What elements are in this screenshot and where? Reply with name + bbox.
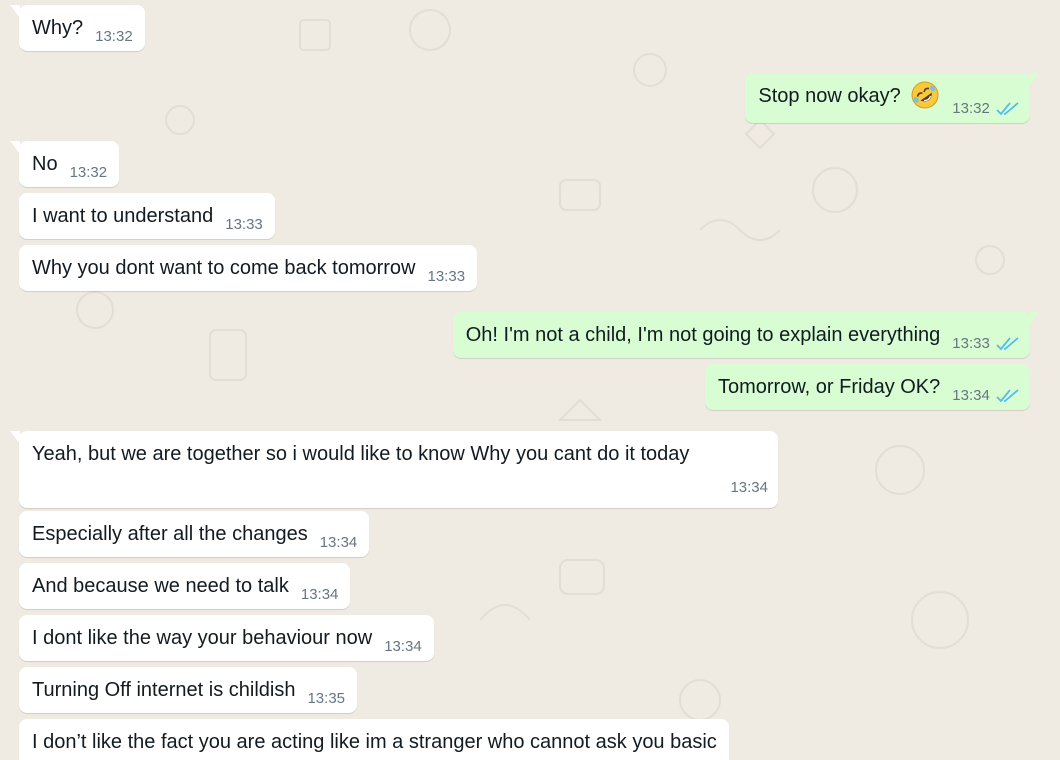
message-text: Stop now okay? (758, 85, 901, 107)
chat-panel: Why? 13:32 Stop now okay? 13:32 No 13:32 (0, 0, 1060, 760)
message-time: 13:33 (952, 331, 1020, 357)
message-incoming[interactable]: Especially after all the changes 13:34 (19, 511, 370, 557)
double-check-icon (996, 389, 1019, 403)
message-incoming[interactable]: Yeah, but we are together so i would lik… (10, 431, 778, 508)
message-text: Turning Off internet is childish (32, 679, 296, 701)
double-check-icon (996, 337, 1019, 351)
message-outgoing[interactable]: Tomorrow, or Friday OK? 13:34 (704, 364, 1030, 410)
message-time: 13:34 (300, 586, 339, 603)
message-incoming[interactable]: I want to understand 13:33 (19, 193, 275, 239)
message-text: Tomorrow, or Friday OK? (717, 376, 941, 398)
message-text: Yeah, but we are together so i would lik… (32, 443, 690, 465)
message-time: 13:33 (225, 216, 263, 233)
message-text: Especially after all the changes (32, 523, 308, 545)
message-text: I dont like the way your behaviour now (32, 627, 373, 649)
message-time: 13:34 (952, 383, 1020, 409)
message-time: 13:32 (95, 28, 133, 45)
message-time: 13:32 (69, 164, 108, 181)
message-time: 13:33 (427, 268, 466, 285)
message-time: 13:35 (307, 690, 346, 707)
message-outgoing[interactable]: Stop now okay? 13:32 (745, 73, 1039, 123)
message-incoming[interactable]: Why you dont want to come back tomorrow 1… (19, 245, 478, 291)
message-text: And because we need to talk (32, 575, 289, 597)
message-incoming[interactable]: Why? 13:32 (10, 5, 145, 51)
message-text: Oh! I'm not a child, I'm not going to ex… (465, 324, 941, 346)
message-outgoing[interactable]: Oh! I'm not a child, I'm not going to ex… (452, 312, 1040, 358)
message-incoming[interactable]: No 13:32 (9, 141, 120, 187)
message-text: Why? (32, 17, 84, 39)
message-time: 13:34 (730, 479, 768, 496)
message-text: No (32, 153, 58, 175)
message-text: Why you dont want to come back tomorrow (32, 257, 416, 279)
rolling-on-floor-laughing-emoji (911, 81, 939, 109)
message-incoming[interactable]: I don’t like the fact you are acting lik… (19, 719, 729, 760)
double-check-icon (996, 102, 1019, 116)
message-incoming[interactable]: And because we need to talk 13:34 (19, 563, 351, 609)
message-time: 13:34 (384, 638, 422, 655)
message-time: 13:32 (952, 96, 1020, 122)
message-text: I want to understand (32, 205, 214, 227)
message-time: 13:34 (319, 534, 358, 551)
message-text: I don’t like the fact you are acting lik… (32, 731, 717, 753)
message-incoming[interactable]: I dont like the way your behaviour now 13… (19, 615, 434, 661)
message-incoming[interactable]: Turning Off internet is childish 13:35 (19, 667, 358, 713)
